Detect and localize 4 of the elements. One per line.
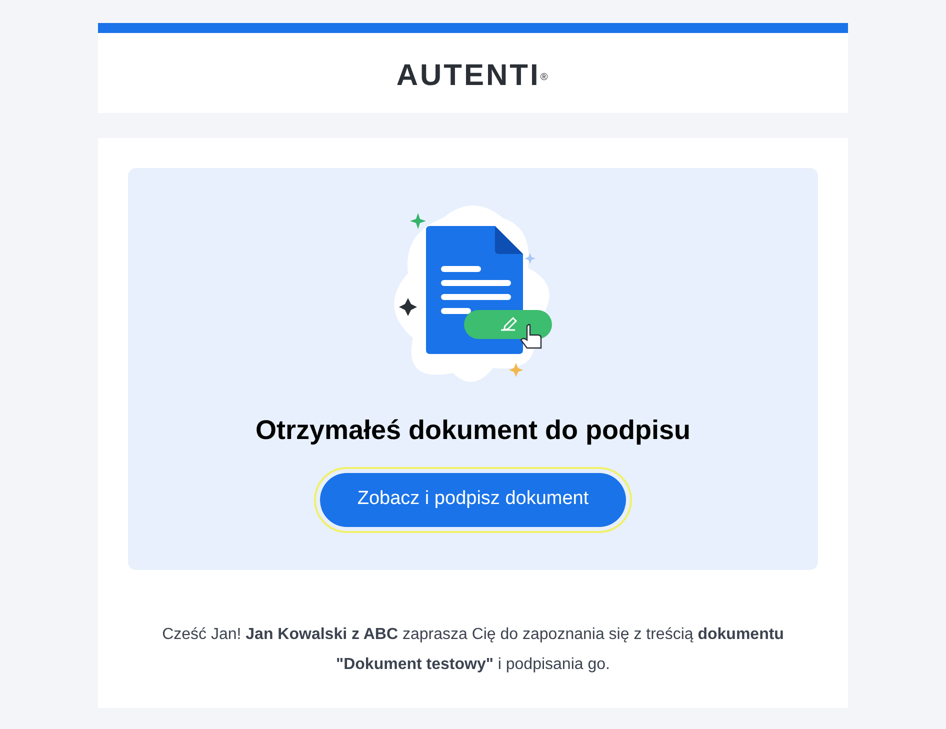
view-and-sign-button[interactable]: Zobacz i podpisz dokument — [320, 472, 626, 526]
hero-title: Otrzymałeś dokument do podpisu — [255, 414, 691, 447]
invitation-message: Cześć Jan! Jan Kowalski z ABC zaprasza Cię do zapoznania się z treścią dokumentu "Dokument testowy" i podpisania go. — [161, 625, 785, 675]
logo: AUTENTI$^{®}$ — [396, 58, 550, 94]
